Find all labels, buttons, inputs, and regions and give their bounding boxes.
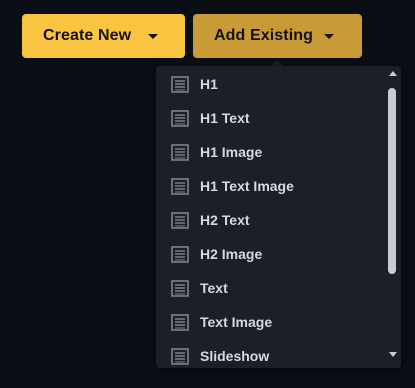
document-lines-icon bbox=[171, 246, 189, 263]
dropdown-item-h1-image[interactable]: H1 Image bbox=[156, 135, 384, 169]
dropdown-item-label: Text Image bbox=[200, 314, 273, 330]
create-new-button[interactable]: Create New bbox=[22, 14, 185, 58]
page: Create New Add Existing H1 H1 Text H1 Im… bbox=[0, 0, 415, 388]
add-existing-label: Add Existing bbox=[214, 27, 313, 44]
dropdown-list: H1 H1 Text H1 Image H1 Text Image H2 Tex… bbox=[156, 66, 384, 368]
caret-down-icon bbox=[148, 34, 158, 39]
dropdown-item-slideshow[interactable]: Slideshow bbox=[156, 339, 384, 368]
scroll-up-arrow-icon[interactable] bbox=[389, 71, 397, 76]
document-lines-icon bbox=[171, 144, 189, 161]
document-lines-icon bbox=[171, 110, 189, 127]
add-existing-dropdown: H1 H1 Text H1 Image H1 Text Image H2 Tex… bbox=[156, 66, 401, 368]
dropdown-item-label: H1 Image bbox=[200, 144, 263, 160]
dropdown-item-text-image[interactable]: Text Image bbox=[156, 305, 384, 339]
dropdown-item-h1[interactable]: H1 bbox=[156, 67, 384, 101]
document-lines-icon bbox=[171, 178, 189, 195]
add-existing-button[interactable]: Add Existing bbox=[193, 14, 362, 58]
scroll-down-arrow-icon[interactable] bbox=[389, 352, 397, 357]
dropdown-item-h1-text-image[interactable]: H1 Text Image bbox=[156, 169, 384, 203]
dropdown-item-label: H1 Text bbox=[200, 110, 250, 126]
caret-down-icon bbox=[324, 34, 334, 39]
dropdown-item-label: Text bbox=[200, 280, 228, 296]
scrollbar-thumb[interactable] bbox=[388, 88, 396, 274]
dropdown-item-label: H1 Text Image bbox=[200, 178, 294, 194]
dropdown-item-text[interactable]: Text bbox=[156, 271, 384, 305]
dropdown-item-h1-text[interactable]: H1 Text bbox=[156, 101, 384, 135]
dropdown-item-label: H1 bbox=[200, 76, 218, 92]
document-lines-icon bbox=[171, 314, 189, 331]
dropdown-scrollbar[interactable] bbox=[385, 66, 401, 368]
dropdown-item-h2-image[interactable]: H2 Image bbox=[156, 237, 384, 271]
document-lines-icon bbox=[171, 348, 189, 365]
dropdown-item-label: H2 Image bbox=[200, 246, 263, 262]
document-lines-icon bbox=[171, 280, 189, 297]
create-new-label: Create New bbox=[43, 27, 132, 44]
dropdown-item-h2-text[interactable]: H2 Text bbox=[156, 203, 384, 237]
dropdown-item-label: H2 Text bbox=[200, 212, 250, 228]
document-lines-icon bbox=[171, 76, 189, 93]
document-lines-icon bbox=[171, 212, 189, 229]
dropdown-item-label: Slideshow bbox=[200, 348, 270, 364]
